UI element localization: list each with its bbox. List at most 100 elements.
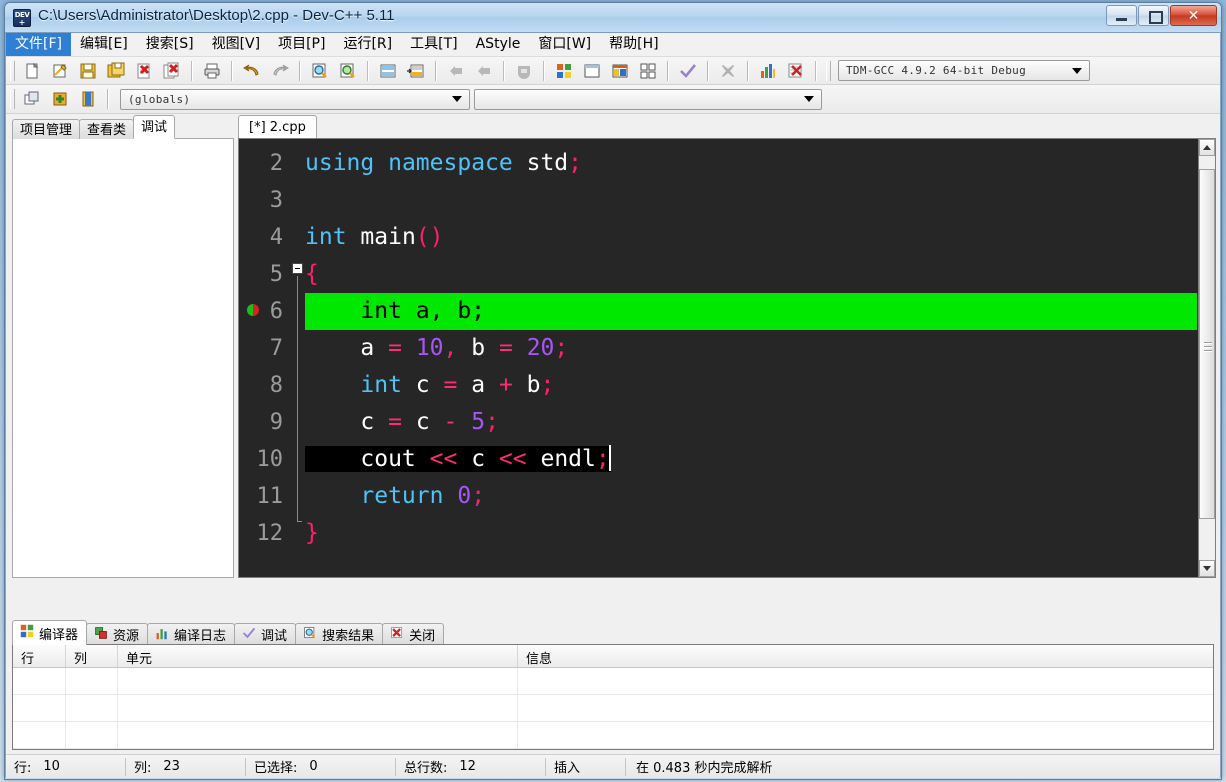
left-panel: 项目管理 查看类 调试 (12, 114, 234, 579)
editor-container: 2 using namespace std; 3 4 int main() 5{6 int… (238, 138, 1216, 578)
close-file-icon[interactable] (131, 58, 157, 83)
insert-icon[interactable] (19, 87, 45, 112)
run-icon[interactable] (579, 58, 605, 83)
code-text: using namespace std; (305, 150, 582, 176)
tab-search-results[interactable]: 搜索结果 (295, 623, 384, 645)
compile-icon[interactable] (551, 58, 577, 83)
line-number: 6 (269, 299, 283, 324)
editor-vertical-scrollbar[interactable] (1198, 139, 1215, 577)
table-row[interactable] (13, 668, 1213, 695)
menu-edit[interactable]: 编辑[E] (71, 33, 137, 56)
menu-file[interactable]: 文件[F] (6, 33, 71, 56)
code-line[interactable]: 11 return 0; (239, 478, 1197, 515)
toolbar-separator (747, 60, 749, 81)
code-text: cout << c << endl; (305, 441, 1197, 478)
new-class-icon[interactable] (75, 87, 101, 112)
toolbar-separator (707, 60, 709, 81)
profile-icon[interactable] (755, 58, 781, 83)
tab-class-browser[interactable]: 查看类 (79, 119, 135, 139)
close-button[interactable]: ✕ (1170, 5, 1217, 26)
scope-select[interactable]: (globals) (120, 88, 470, 110)
compile-run-icon[interactable] (607, 58, 633, 83)
tab-compiler[interactable]: 编译器 (12, 620, 88, 645)
toolbar-grip[interactable] (10, 60, 15, 81)
editor-tab-2cpp[interactable]: [*] 2.cpp (238, 115, 317, 139)
save-icon[interactable] (75, 58, 101, 83)
code-line[interactable]: 5{ (239, 256, 1197, 293)
menu-astyle[interactable]: AStyle (467, 33, 530, 56)
find-replace-icon[interactable] (335, 58, 361, 83)
menu-help[interactable]: 帮助[H] (600, 33, 667, 56)
column-header-unit[interactable]: 单元 (118, 645, 518, 667)
menu-window[interactable]: 窗口[W] (529, 33, 600, 56)
status-total-lines: 总行数: 12 (396, 757, 546, 776)
goto-function-icon[interactable] (403, 58, 429, 83)
column-header-message[interactable]: 信息 (518, 645, 1213, 667)
tab-debug[interactable]: 调试 (133, 115, 176, 139)
print-icon[interactable] (199, 58, 225, 83)
column-header-line[interactable]: 行 (13, 645, 66, 667)
line-number: 4 (269, 225, 283, 250)
member-select[interactable] (474, 88, 822, 110)
maximize-icon (1149, 11, 1163, 24)
tab-resource[interactable]: 资源 (86, 623, 149, 645)
code-line[interactable]: 4 int main() (239, 219, 1197, 256)
redo-icon[interactable] (267, 58, 293, 83)
devcpp-window: DEV + C:\Users\Administrator\Desktop\2.cp… (0, 0, 1226, 782)
code-line[interactable]: 2 using namespace std; (239, 145, 1197, 182)
code-text: int a, b; (305, 293, 1197, 330)
close-all-icon[interactable] (159, 58, 185, 83)
scroll-up-arrow[interactable] (1199, 139, 1215, 156)
add-to-project-icon[interactable] (47, 87, 73, 112)
minimize-button[interactable] (1106, 5, 1137, 26)
table-row[interactable] (13, 722, 1213, 749)
scroll-down-arrow[interactable] (1199, 560, 1215, 577)
left-panel-tabs: 项目管理 查看类 调试 (12, 114, 234, 139)
code-line[interactable]: 9 c = c - 5; (239, 404, 1197, 441)
column-header-col[interactable]: 列 (66, 645, 118, 667)
undo-icon[interactable] (239, 58, 265, 83)
menu-run[interactable]: 运行[R] (334, 33, 401, 56)
menu-bar: 文件[F] 编辑[E] 搜索[S] 视图[V] 项目[P] 运行[R] 工具[T… (6, 33, 1220, 57)
menu-search[interactable]: 搜索[S] (137, 33, 203, 56)
compiler-results-table[interactable]: 行 列 单元 信息 (12, 644, 1214, 750)
toolbar-grip[interactable] (10, 89, 15, 109)
tab-compile-log-label: 编译日志 (174, 629, 227, 644)
syntax-check-icon[interactable] (675, 58, 701, 83)
tab-close-panel[interactable]: 关闭 (382, 623, 445, 645)
tab-debug-bottom-label: 调试 (261, 629, 288, 644)
code-line[interactable]: 12} (239, 515, 1197, 552)
table-header: 行 列 单元 信息 (13, 645, 1213, 668)
code-area[interactable]: 2 using namespace std; 3 4 int main() 5{6 int… (239, 139, 1197, 577)
tab-search-results-label: 搜索结果 (322, 629, 375, 644)
rebuild-all-icon[interactable] (635, 58, 661, 83)
maximize-button[interactable] (1138, 5, 1169, 26)
open-file-icon[interactable] (47, 58, 73, 83)
client-area: 文件[F] 编辑[E] 搜索[S] 视图[V] 项目[P] 运行[R] 工具[T… (5, 33, 1221, 778)
menu-tools[interactable]: 工具[T] (401, 33, 466, 56)
code-line[interactable]: 8 int c = a + b; (239, 367, 1197, 404)
left-panel-body[interactable] (12, 138, 234, 578)
tab-compile-log[interactable]: 编译日志 (147, 623, 236, 645)
delete-profile-icon[interactable] (783, 58, 809, 83)
menu-view[interactable]: 视图[V] (203, 33, 270, 56)
window-title: C:\Users\Administrator\Desktop\2.cpp - D… (38, 7, 395, 24)
status-bar: 行: 10 列: 23 已选择: 0 总行数: 12 插入 在 0.483 秒内… (6, 754, 1220, 778)
status-selected: 已选择: 0 (246, 757, 396, 776)
tab-debug-bottom[interactable]: 调试 (234, 623, 297, 645)
code-line[interactable]: 6 int a, b; (239, 293, 1197, 330)
toolbar-grip[interactable] (826, 60, 831, 81)
goto-line-icon[interactable] (375, 58, 401, 83)
menu-project[interactable]: 项目[P] (269, 33, 334, 56)
tab-project-manager[interactable]: 项目管理 (12, 119, 81, 139)
compiler-select[interactable]: TDM-GCC 4.9.2 64-bit Debug (838, 60, 1090, 81)
scrollbar-thumb[interactable] (1199, 169, 1215, 519)
new-file-icon[interactable] (19, 58, 45, 83)
code-line[interactable]: 7 a = 10, b = 20; (239, 330, 1197, 367)
table-row[interactable] (13, 695, 1213, 722)
code-line[interactable]: 3 (239, 182, 1197, 219)
save-all-icon[interactable] (103, 58, 129, 83)
find-icon[interactable] (307, 58, 333, 83)
code-line[interactable]: 10 cout << c << endl; (239, 441, 1197, 478)
